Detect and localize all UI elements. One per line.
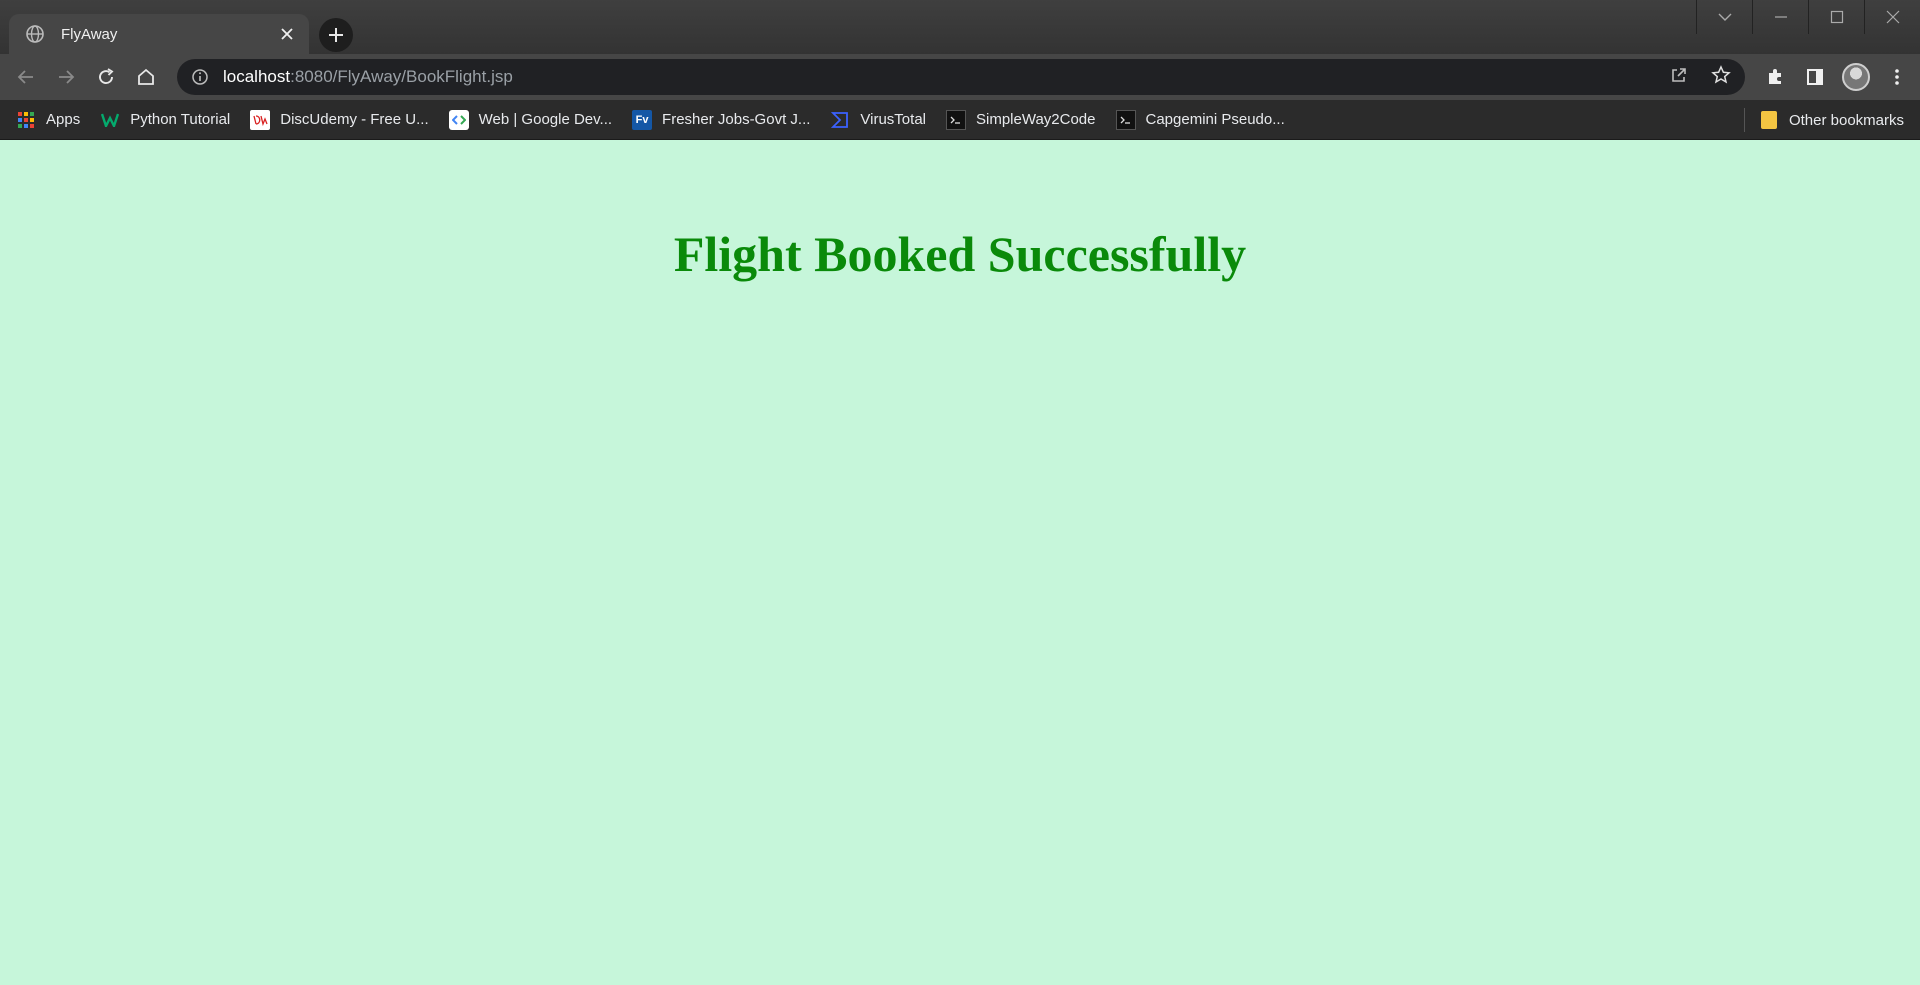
- discudemy-icon: [250, 109, 271, 130]
- browser-tab[interactable]: FlyAway: [9, 14, 309, 54]
- page-title: Flight Booked Successfully: [673, 226, 1247, 282]
- folder-icon: [1760, 111, 1777, 129]
- google-dev-icon: [448, 109, 469, 130]
- virustotal-icon: [830, 110, 850, 130]
- puzzle-icon: [1769, 69, 1781, 84]
- bookmark-capgemini[interactable]: Capgemini Pseudo...: [1115, 109, 1285, 130]
- bookmark-label: Python Tutorial: [130, 111, 231, 128]
- bookmark-label: Apps: [46, 111, 81, 128]
- bookmark-apps[interactable]: Apps: [16, 110, 80, 130]
- back-button[interactable]: [6, 57, 46, 97]
- minimize-icon: [1774, 16, 1787, 18]
- bookmark-label: SimpleWay2Code: [976, 111, 1096, 128]
- fv-icon: Fv: [632, 109, 653, 130]
- url-text: localhost:8080/FlyAway/BookFlight.jsp: [223, 67, 513, 87]
- plus-icon: [329, 28, 343, 42]
- globe-icon: [25, 24, 45, 44]
- other-bookmarks-label: Other bookmarks: [1788, 111, 1904, 129]
- other-bookmarks[interactable]: Other bookmarks: [1760, 100, 1904, 140]
- url-host: localhost: [223, 67, 291, 86]
- chevron-down-icon: [1718, 13, 1731, 21]
- side-panel-icon: [1807, 69, 1823, 85]
- arrow-left-icon: [17, 70, 33, 84]
- extensions-button[interactable]: [1762, 64, 1788, 90]
- w3schools-icon: [100, 110, 120, 130]
- browser-toolbar: localhost:8080/FlyAway/BookFlight.jsp: [0, 54, 1920, 100]
- close-icon: [1886, 10, 1899, 24]
- window-controls: [1696, 0, 1920, 34]
- bookmark-label: Capgemini Pseudo...: [1145, 111, 1285, 128]
- bookmark-label: Fresher Jobs-Govt J...: [662, 111, 811, 128]
- bookmark-label: Web | Google Dev...: [478, 111, 613, 128]
- new-tab-button[interactable]: [319, 18, 353, 52]
- bookmark-web-google-dev[interactable]: Web | Google Dev...: [448, 109, 613, 130]
- bookmark-label: DiscUdemy - Free U...: [280, 111, 429, 128]
- star-icon[interactable]: [1711, 64, 1731, 90]
- url-path: :8080/FlyAway/BookFlight.jsp: [290, 67, 513, 86]
- tab-search-button[interactable]: [1696, 0, 1752, 34]
- forward-button[interactable]: [46, 57, 86, 97]
- close-tab-icon[interactable]: [277, 24, 297, 44]
- toolbar-right: [1762, 59, 1910, 95]
- maximize-icon: [1830, 10, 1843, 24]
- side-panel-button[interactable]: [1802, 64, 1828, 90]
- browser-titlebar: FlyAway: [0, 0, 1920, 54]
- page-content: Flight Booked Successfully: [0, 141, 1920, 985]
- bookmarks-divider: [1744, 108, 1745, 132]
- terminal-icon: [946, 109, 966, 130]
- bookmark-fresher-jobs[interactable]: Fv Fresher Jobs-Govt J...: [632, 109, 811, 130]
- bookmarks-bar: Apps Python Tutorial DiscUdemy - Free U.…: [0, 100, 1920, 140]
- profile-avatar[interactable]: [1842, 63, 1870, 91]
- bookmark-discudemy[interactable]: DiscUdemy - Free U...: [250, 109, 429, 130]
- menu-button[interactable]: [1884, 64, 1910, 90]
- bookmark-simpleway2code[interactable]: SimpleWay2Code: [946, 109, 1096, 130]
- minimize-button[interactable]: [1752, 0, 1808, 34]
- home-icon: [138, 68, 154, 85]
- reload-button[interactable]: [86, 57, 126, 97]
- share-icon[interactable]: [1669, 65, 1689, 90]
- reload-icon: [99, 68, 114, 84]
- bookmark-label: VirusTotal: [860, 111, 926, 128]
- tab-title: FlyAway: [61, 25, 118, 43]
- site-info-icon[interactable]: [191, 68, 209, 86]
- bookmark-python-tutorial[interactable]: Python Tutorial: [100, 110, 230, 130]
- kebab-menu-icon: [1895, 69, 1899, 85]
- close-window-button[interactable]: [1864, 0, 1920, 34]
- terminal-icon: [1115, 109, 1136, 130]
- maximize-button[interactable]: [1808, 0, 1864, 34]
- bookmark-virustotal[interactable]: VirusTotal: [830, 110, 926, 130]
- home-button[interactable]: [126, 57, 166, 97]
- arrow-right-icon: [59, 70, 75, 84]
- address-bar[interactable]: localhost:8080/FlyAway/BookFlight.jsp: [177, 59, 1745, 95]
- apps-grid-icon: [16, 110, 36, 130]
- omnibox-actions: [1669, 64, 1731, 90]
